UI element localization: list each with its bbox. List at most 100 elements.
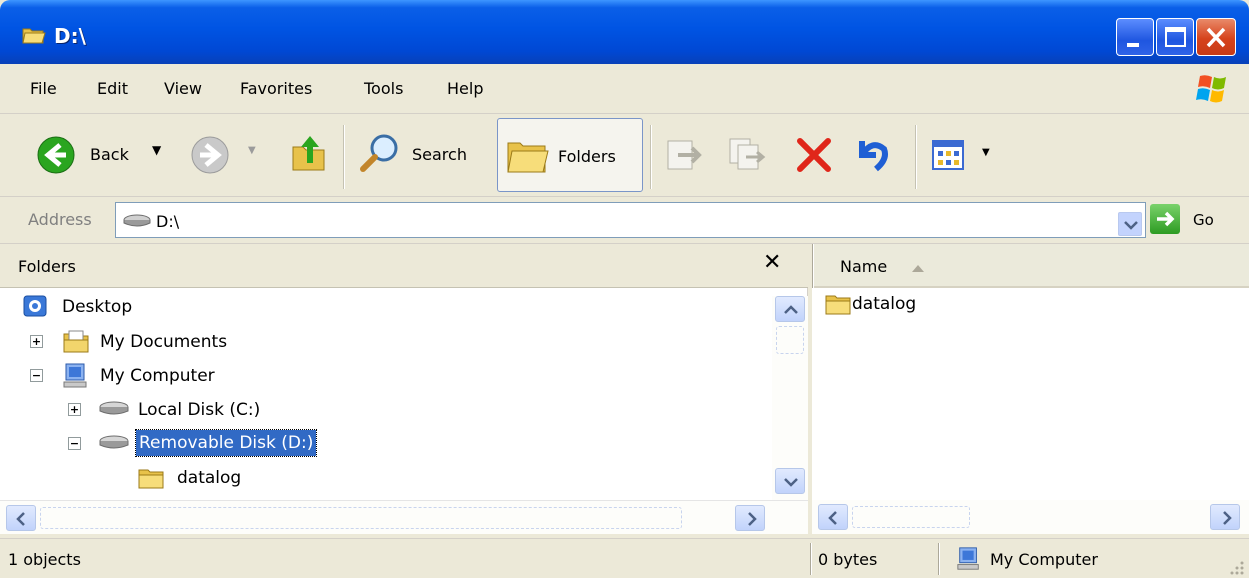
scroll-right-button[interactable] xyxy=(735,505,765,531)
sort-ascending-icon xyxy=(912,265,924,272)
status-divider xyxy=(938,543,940,575)
my-computer-icon xyxy=(63,363,87,388)
address-label: Address xyxy=(28,210,92,229)
list-column-header: Name xyxy=(812,244,1249,288)
menu-file[interactable]: File xyxy=(30,79,57,98)
chevron-left-icon xyxy=(16,512,25,526)
address-dropdown-button[interactable] xyxy=(1118,212,1142,236)
forward-arrow-icon xyxy=(191,136,229,174)
menu-view[interactable]: View xyxy=(164,79,202,98)
toolbar-separator xyxy=(343,125,345,189)
folders-vertical-scrollbar[interactable] xyxy=(772,296,808,530)
forward-button[interactable]: ▼ xyxy=(190,133,270,177)
search-button[interactable]: Search xyxy=(356,127,486,181)
menu-help[interactable]: Help xyxy=(447,79,483,98)
scroll-right-button[interactable] xyxy=(1210,504,1240,530)
window-title: D:\ xyxy=(54,24,86,48)
folders-label: Folders xyxy=(558,147,616,166)
back-label: Back xyxy=(90,145,129,164)
explorer-window: D:\ File Edit View Favorites Tools Help xyxy=(0,0,1249,578)
search-label: Search xyxy=(412,145,467,164)
toolbar-separator xyxy=(915,125,917,189)
drive-icon xyxy=(99,401,129,415)
menu-favorites[interactable]: Favorites xyxy=(240,79,312,98)
menu-tools[interactable]: Tools xyxy=(364,79,403,98)
chevron-right-icon xyxy=(748,512,757,526)
maximize-icon xyxy=(1165,27,1186,47)
title-bar[interactable]: D:\ xyxy=(0,0,1249,64)
folders-pane-header: Folders ✕ xyxy=(0,244,808,288)
documents-folder-icon xyxy=(63,330,89,353)
folders-icon xyxy=(507,142,549,173)
go-arrow-icon xyxy=(1157,211,1175,227)
folders-pane: Folders ✕ Desktop + My Documents − My Co… xyxy=(0,244,808,534)
close-button[interactable] xyxy=(1196,18,1236,56)
scroll-left-button[interactable] xyxy=(818,504,848,530)
folders-horizontal-scrollbar[interactable] xyxy=(0,500,808,534)
go-button[interactable] xyxy=(1150,204,1180,234)
collapse-removable-disk[interactable]: − xyxy=(68,437,81,450)
menu-edit[interactable]: Edit xyxy=(97,79,128,98)
chevron-right-icon xyxy=(1223,511,1232,525)
search-icon xyxy=(360,134,398,172)
folder-icon xyxy=(825,295,851,315)
column-divider[interactable] xyxy=(812,244,814,288)
scroll-left-button[interactable] xyxy=(6,505,36,531)
list-horizontal-scrollbar[interactable] xyxy=(812,500,1249,534)
move-to-icon[interactable] xyxy=(664,135,704,175)
expand-my-documents[interactable]: + xyxy=(30,335,43,348)
forward-dropdown-arrow[interactable]: ▼ xyxy=(248,145,256,156)
menu-bar: File Edit View Favorites Tools Help xyxy=(0,64,1249,114)
folders-pane-close-button[interactable]: ✕ xyxy=(763,250,781,275)
scrollbar-thumb[interactable] xyxy=(40,507,682,529)
file-list-pane: Name datalog xyxy=(812,244,1249,534)
standard-toolbar: Back ▼ ▼ Search Folders ▼ xyxy=(0,115,1249,197)
views-dropdown-arrow[interactable]: ▼ xyxy=(982,147,990,158)
status-size: 0 bytes xyxy=(818,550,878,569)
address-input[interactable]: D:\ xyxy=(115,202,1146,238)
maximize-button[interactable] xyxy=(1156,18,1194,56)
desktop-icon xyxy=(23,295,47,317)
delete-icon[interactable] xyxy=(794,135,834,175)
folders-pane-title: Folders xyxy=(18,257,76,276)
close-icon xyxy=(1206,27,1226,48)
toolbar-separator xyxy=(650,125,652,189)
status-object-count: 1 objects xyxy=(8,550,81,569)
copy-to-icon[interactable] xyxy=(726,135,766,175)
folders-button[interactable]: Folders xyxy=(497,118,643,192)
scrollbar-thumb[interactable] xyxy=(852,506,970,528)
tree-item-label: Local Disk (C:) xyxy=(138,400,261,420)
collapse-my-computer[interactable]: − xyxy=(30,369,43,382)
back-button[interactable]: Back ▼ xyxy=(34,133,174,177)
chevron-up-icon xyxy=(784,305,798,314)
drive-icon xyxy=(123,214,151,227)
windows-logo-icon xyxy=(1196,75,1226,103)
drive-icon xyxy=(99,435,129,449)
up-folder-icon[interactable] xyxy=(289,133,329,177)
tree-item-label: datalog xyxy=(177,468,242,488)
scroll-up-button[interactable] xyxy=(775,296,805,322)
undo-icon[interactable] xyxy=(852,135,892,175)
back-arrow-icon xyxy=(37,136,75,174)
views-button[interactable]: ▼ xyxy=(930,135,1000,175)
tree-item-label-selected: Removable Disk (D:) xyxy=(134,429,318,457)
column-name-header[interactable]: Name xyxy=(840,257,887,276)
minimize-icon xyxy=(1127,43,1139,47)
expand-local-disk[interactable]: + xyxy=(68,403,81,416)
status-divider xyxy=(810,543,812,575)
folder-icon xyxy=(138,469,164,489)
go-label[interactable]: Go xyxy=(1193,211,1214,229)
tree-item-label: My Computer xyxy=(100,366,215,386)
chevron-left-icon xyxy=(828,511,837,525)
status-zone: My Computer xyxy=(990,550,1098,569)
chevron-down-icon xyxy=(1124,221,1138,230)
tree-item-label: My Documents xyxy=(100,332,228,352)
scroll-down-button[interactable] xyxy=(775,468,805,494)
folder-open-icon xyxy=(22,28,46,44)
tree-item-label: Desktop xyxy=(62,297,133,317)
resize-grip-icon[interactable] xyxy=(1226,557,1246,577)
back-dropdown-arrow[interactable]: ▼ xyxy=(152,143,161,157)
scrollbar-thumb[interactable] xyxy=(776,326,804,354)
list-item-label: datalog xyxy=(852,294,917,314)
minimize-button[interactable] xyxy=(1116,18,1154,56)
